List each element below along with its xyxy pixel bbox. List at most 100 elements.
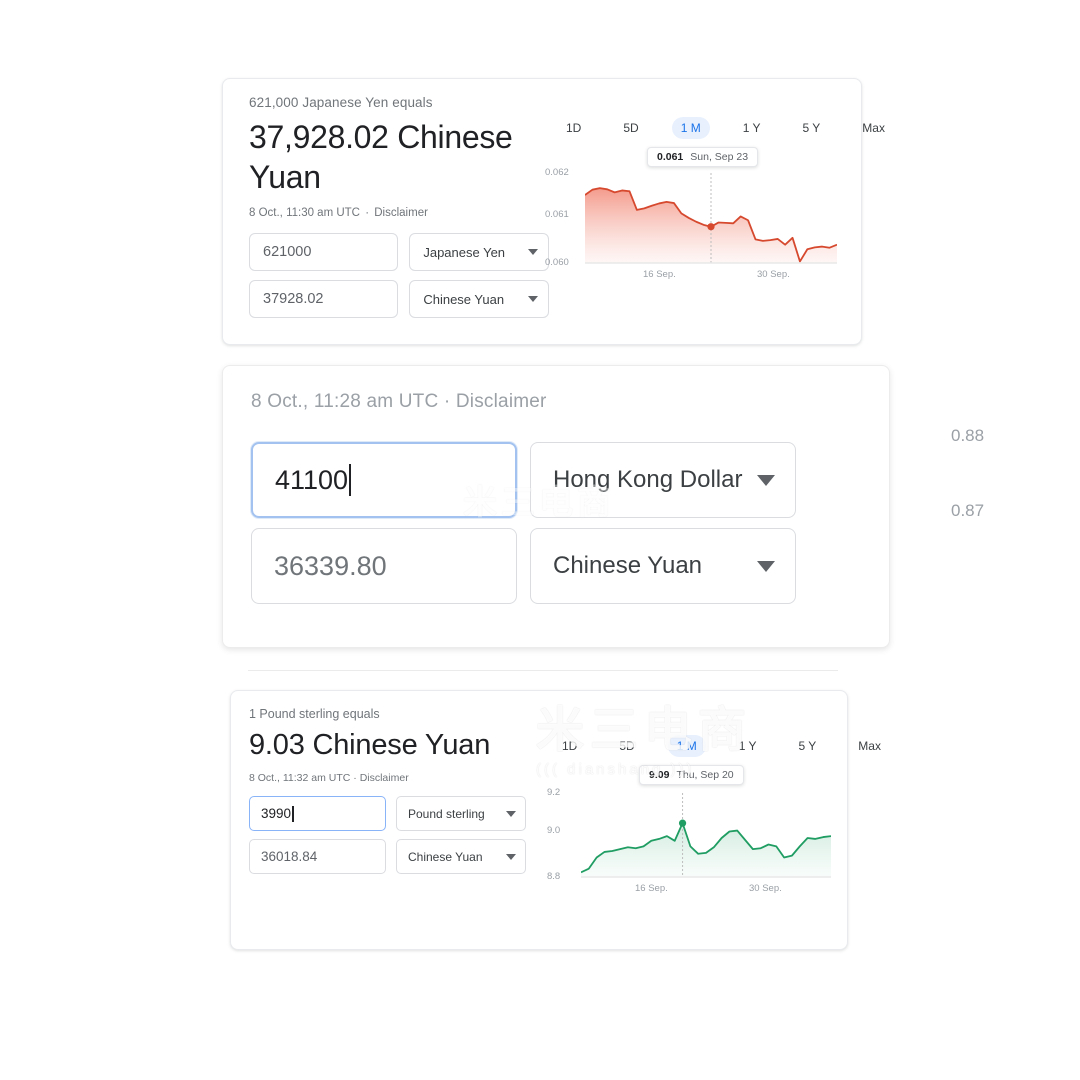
chart-highlight-point	[678, 819, 687, 827]
to-row: 36339.80 Chinese Yuan	[251, 528, 796, 604]
range-5y[interactable]: 5 Y	[790, 735, 826, 757]
plot-area-gbp: 9.2 9.0 8.8 16 Sep. 30 Sep. 9.09 Thu, Se…	[547, 765, 831, 894]
tooltip-date: Sun, Sep 23	[690, 151, 749, 163]
chart-gbp-cny: 1D 5D 1 M 1 Y 5 Y Max 9.2 9.0 8.8 16 Sep…	[541, 735, 881, 894]
xtick-30sep: 30 Sep.	[757, 269, 790, 280]
to-currency-select[interactable]: Chinese Yuan	[530, 528, 796, 604]
range-1y[interactable]: 1 Y	[734, 117, 770, 139]
from-currency-label: Hong Kong Dollar	[553, 466, 743, 493]
range-5d[interactable]: 5D	[614, 117, 647, 139]
to-amount-input[interactable]: 37928.02	[249, 280, 399, 318]
timestamp-text: 8 Oct., 11:28 am UTC	[251, 391, 439, 412]
separator-dot: ·	[353, 772, 357, 784]
timestamp-text: 8 Oct., 11:30 am UTC	[249, 207, 360, 219]
chevron-down-icon	[757, 474, 775, 486]
from-amount-input[interactable]: 621000	[249, 233, 399, 271]
to-row: 36018.84 Chinese Yuan	[249, 839, 539, 874]
range-5d[interactable]: 5D	[610, 735, 643, 757]
from-row: 3990 Pound sterling	[249, 796, 539, 831]
disclaimer-link[interactable]: Disclaimer	[456, 391, 547, 412]
ytick-088: 0.88	[951, 426, 985, 445]
currency-converter-card-jpy: 621,000 Japanese Yen equals 37,928.02 Ch…	[222, 78, 885, 345]
to-currency-select[interactable]: Chinese Yuan	[409, 280, 549, 318]
screenshot-canvas: 621,000 Japanese Yen equals 37,928.02 Ch…	[0, 0, 1080, 1080]
chevron-down-icon	[528, 296, 538, 302]
range-1d[interactable]: 1D	[553, 735, 586, 757]
from-amount-input[interactable]: 3990	[249, 796, 386, 831]
ytick-0061: 0.061	[545, 209, 569, 220]
conversion-eyebrow: 1 Pound sterling equals	[249, 707, 380, 721]
to-currency-label: Chinese Yuan	[553, 552, 703, 579]
from-amount-value: 41100	[275, 464, 349, 495]
range-1y[interactable]: 1 Y	[730, 735, 766, 757]
conversion-result-headline: 9.03 Chinese Yuan	[249, 729, 491, 761]
xtick-16sep: 16 Sep.	[635, 883, 668, 894]
converter-fields-gbp: 3990 Pound sterling 36018.84 Chinese Yua…	[249, 796, 539, 874]
to-row: 37928.02 Chinese Yuan	[249, 280, 549, 318]
from-row: 41100 Hong Kong Dollar	[251, 442, 796, 518]
from-currency-select[interactable]: Pound sterling	[396, 796, 526, 831]
range-selector: 1D 5D 1 M 1 Y 5 Y Max	[543, 117, 885, 139]
from-currency-label: Japanese Yen	[423, 244, 506, 260]
chevron-down-icon	[506, 853, 516, 860]
chevron-down-icon	[528, 249, 538, 255]
timestamp-disclaimer-line: 8 Oct., 11:30 am UTC · Disclaimer	[249, 206, 549, 220]
separator-dot: ·	[365, 207, 370, 219]
disclaimer-link[interactable]: Disclaimer	[360, 772, 409, 784]
to-currency-label: Chinese Yuan	[423, 291, 505, 307]
chart-svg-jpy	[585, 173, 837, 264]
xtick-30sep: 30 Sep.	[749, 883, 782, 894]
range-1m[interactable]: 1 M	[667, 735, 706, 757]
separator-dot: ·	[443, 391, 451, 412]
from-amount-input[interactable]: 41100	[251, 442, 517, 518]
chevron-down-icon	[506, 810, 516, 817]
range-max[interactable]: Max	[853, 117, 894, 139]
disclaimer-link[interactable]: Disclaimer	[374, 207, 428, 219]
currency-converter-card-gbp: 1 Pound sterling equals 9.03 Chinese Yua…	[230, 690, 881, 950]
converter-fields-hkd: 41100 Hong Kong Dollar 36339.80 Chinese …	[251, 442, 796, 614]
ytick-90: 9.0	[547, 825, 561, 836]
to-currency-select[interactable]: Chinese Yuan	[396, 839, 526, 874]
range-selector: 1D 5D 1 M 1 Y 5 Y Max	[541, 735, 881, 757]
xtick-16sep: 16 Sep.	[643, 269, 676, 280]
chart-svg-gbp	[581, 793, 831, 878]
ytick-88: 8.8	[547, 871, 561, 882]
text-cursor	[349, 464, 352, 496]
to-amount-input[interactable]: 36339.80	[251, 528, 517, 604]
chart-tooltip-gbp: 9.09 Thu, Sep 20	[639, 765, 744, 785]
timestamp-disclaimer-line: 8 Oct., 11:32 am UTC · Disclaimer	[249, 772, 539, 785]
converter-fields: 621000 Japanese Yen 37928.02 Chinese Yua…	[249, 233, 549, 318]
range-1m[interactable]: 1 M	[671, 117, 710, 139]
conversion-eyebrow: 621,000 Japanese Yen equals	[249, 95, 433, 110]
ytick-087: 0.87	[951, 501, 985, 520]
plot-area-jpy: 0.062 0.061 0.060 16 Sep. 30 Sep. 0.061 …	[545, 147, 837, 280]
from-amount-value: 3990	[261, 806, 292, 821]
tooltip-date: Thu, Sep 20	[676, 769, 734, 781]
range-1d[interactable]: 1D	[557, 117, 590, 139]
from-row: 621000 Japanese Yen	[249, 233, 549, 271]
range-max[interactable]: Max	[849, 735, 890, 757]
tooltip-value: 9.09	[649, 769, 670, 781]
ytick-0062: 0.062	[545, 167, 569, 178]
chart-tooltip-jpy: 0.061 Sun, Sep 23	[647, 147, 759, 167]
ytick-0060: 0.060	[545, 257, 569, 268]
timestamp-text: 8 Oct., 11:32 am UTC	[249, 772, 351, 784]
chart-jpy-cny: 1D 5D 1 M 1 Y 5 Y Max 0.062 0.061 0.060 …	[543, 117, 885, 280]
timestamp-disclaimer-line-hkd: 8 Oct., 11:28 am UTC · Disclaimer	[251, 391, 547, 413]
range-5y[interactable]: 5 Y	[794, 117, 830, 139]
chart-highlight-point	[707, 223, 715, 231]
from-currency-select[interactable]: Japanese Yen	[409, 233, 549, 271]
card-jpy-info: 621,000 Japanese Yen equals 37,928.02 Ch…	[249, 95, 549, 327]
from-currency-select[interactable]: Hong Kong Dollar	[530, 442, 796, 518]
conversion-result-headline: 37,928.02 Chinese Yuan	[249, 119, 513, 195]
to-amount-input[interactable]: 36018.84	[249, 839, 386, 874]
tooltip-value: 0.061	[657, 151, 684, 163]
ytick-92: 9.2	[547, 787, 561, 798]
to-currency-label: Chinese Yuan	[408, 849, 483, 864]
section-divider	[248, 670, 838, 671]
chevron-down-icon	[757, 560, 775, 572]
from-currency-label: Pound sterling	[408, 806, 485, 821]
currency-converter-card-hkd: 8 Oct., 11:28 am UTC · Disclaimer 41100 …	[222, 365, 984, 648]
text-cursor	[292, 805, 294, 822]
card-gbp-info: 1 Pound sterling equals 9.03 Chinese Yua…	[249, 707, 539, 882]
